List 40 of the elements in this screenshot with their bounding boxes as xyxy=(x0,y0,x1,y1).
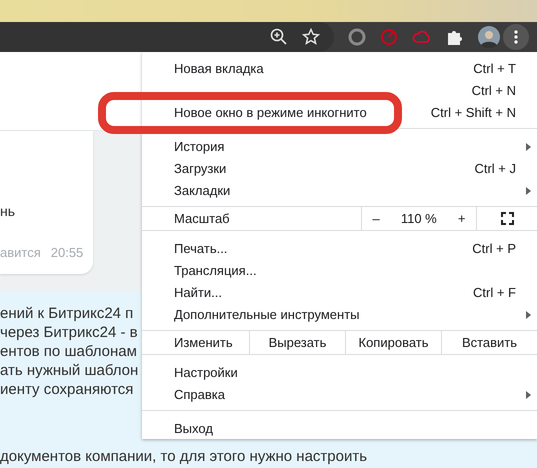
menu-item[interactable]: Печать... Ctrl + P xyxy=(142,237,537,259)
zoom-label: Масштаб xyxy=(173,211,231,226)
menu-item[interactable]: Выход xyxy=(142,417,537,439)
menu-item[interactable]: Закладки xyxy=(142,179,537,201)
shortcut-label: Ctrl + F xyxy=(473,284,516,300)
message-text: нь xyxy=(0,203,16,219)
more-icon xyxy=(514,30,518,44)
shortcut-label: Ctrl + T xyxy=(473,60,516,76)
message-line: через Битрикс24 - в xyxy=(0,324,138,343)
shortcut-label: Ctrl + P xyxy=(472,240,516,256)
message-status: авится xyxy=(0,245,41,260)
message-line: ать нужный шаблон xyxy=(0,362,138,381)
message-line: ений к Битрикс24 п xyxy=(0,305,134,324)
zoom-value: 110 % xyxy=(400,211,437,226)
message-line: документов компании, то для этого нужно настроить xyxy=(0,448,368,465)
menu-button[interactable] xyxy=(503,24,529,50)
menu-item[interactable]: Дополнительные инструменты xyxy=(142,303,537,325)
menu-item[interactable]: История xyxy=(142,135,537,157)
puzzle-icon[interactable] xyxy=(446,28,464,46)
menu-item[interactable]: Новая вкладка Ctrl + T xyxy=(142,57,537,79)
message-line: ентов по шаблонам xyxy=(0,343,137,362)
menu-item[interactable]: Найти... Ctrl + F xyxy=(142,281,537,303)
edit-label: Изменить xyxy=(173,335,234,350)
message-time: 20:55 xyxy=(50,245,84,260)
star-icon[interactable] xyxy=(302,28,320,46)
zoom-out-button[interactable]: – xyxy=(372,211,380,226)
shortcut-label: Ctrl + Shift + N xyxy=(430,104,516,120)
message-line: иенту сохраняются xyxy=(0,381,134,400)
menu-item[interactable]: Загрузки Ctrl + J xyxy=(142,157,537,179)
menu-item[interactable]: Ctrl + N xyxy=(142,79,537,101)
menu-item[interactable]: Справка xyxy=(142,383,537,405)
menu-item[interactable]: Трансляция... xyxy=(142,259,537,281)
menu-item[interactable]: Настройки xyxy=(142,361,537,383)
shortcut-label: Ctrl + J xyxy=(474,160,516,176)
zoom-in-icon[interactable] xyxy=(270,28,288,46)
zoom-in-button[interactable]: + xyxy=(458,211,466,226)
fullscreen-icon xyxy=(500,212,514,225)
ring-icon[interactable] xyxy=(348,28,366,46)
menu-item[interactable]: Новое окно в режиме инкогнито Ctrl + Shift + N xyxy=(142,101,537,123)
shortcut-label: Ctrl + N xyxy=(472,82,516,98)
